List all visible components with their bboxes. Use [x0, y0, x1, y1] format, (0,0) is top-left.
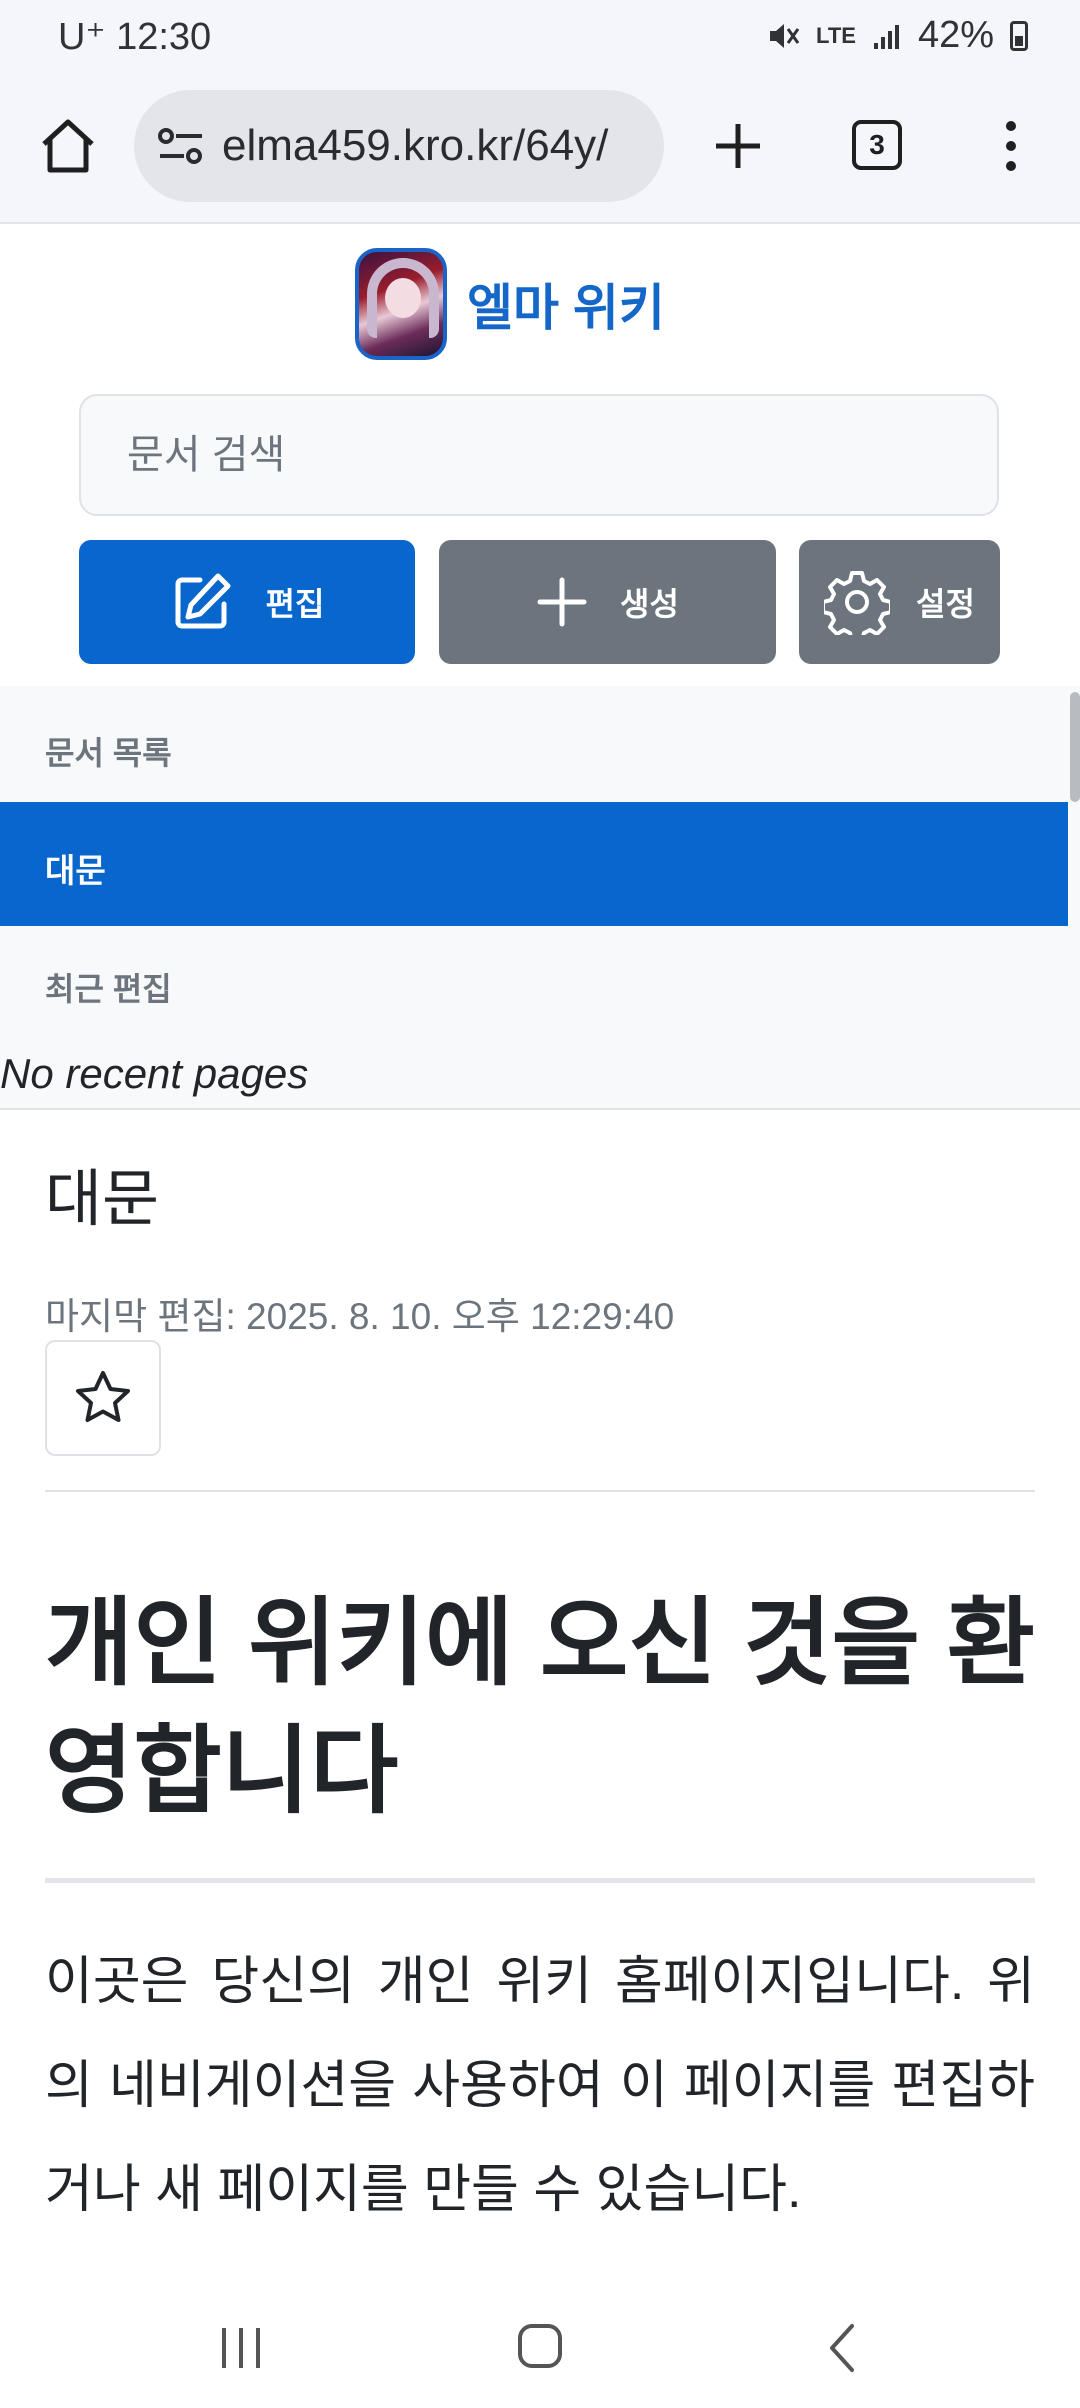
- new-tab-icon[interactable]: [708, 116, 768, 176]
- sidebar-item-main-page[interactable]: 대문: [0, 802, 1068, 926]
- status-time: 12:30: [116, 16, 212, 58]
- heading-divider: [45, 1878, 1035, 1883]
- edit-button-label: 편집: [265, 586, 325, 622]
- system-home-icon[interactable]: [516, 2322, 564, 2370]
- tab-switcher-button[interactable]: 3: [852, 120, 902, 170]
- favorite-button[interactable]: [45, 1340, 161, 1456]
- sidebar-panel: 문서 목록 대문 최근 편집 No recent pages: [0, 686, 1080, 1110]
- site-logo-link[interactable]: 엘마 위키: [355, 248, 665, 360]
- edit-button[interactable]: 편집: [79, 540, 415, 664]
- mute-icon: [770, 23, 800, 48]
- address-bar[interactable]: elma459.kro.kr/64y/: [134, 90, 664, 202]
- signal-icon: [873, 24, 899, 49]
- more-menu-icon[interactable]: [990, 116, 1032, 176]
- recent-apps-icon[interactable]: [216, 2324, 266, 2372]
- back-icon[interactable]: [826, 2322, 856, 2374]
- create-button[interactable]: 생성: [439, 540, 776, 664]
- site-header: 엘마 위키 편집 생성 설정: [0, 226, 1080, 686]
- status-left: U⁺ 12:30: [58, 14, 211, 59]
- edit-icon: [175, 573, 231, 629]
- plus-icon: [537, 577, 587, 627]
- battery-percent: 42%: [917, 14, 994, 56]
- carrier-label: U⁺: [58, 16, 106, 58]
- settings-button[interactable]: 설정: [799, 540, 1000, 664]
- last-edited-text: 마지막 편집: 2025. 8. 10. 오후 12:29:40: [45, 1296, 675, 1337]
- battery-icon: [1010, 20, 1028, 51]
- url-text[interactable]: elma459.kro.kr/64y/: [222, 121, 608, 171]
- site-title[interactable]: 엘마 위키: [467, 268, 665, 340]
- system-nav-bar: [0, 2288, 1080, 2408]
- intro-paragraph: 이곳은 당신의 개인 위키 홈페이지입니다. 위의 네비게이션을 사용하여 이 …: [45, 1953, 1035, 2219]
- divider: [45, 1490, 1035, 1492]
- site-logo-image: [355, 248, 447, 360]
- site-settings-icon[interactable]: [156, 126, 206, 166]
- network-type: LTE: [816, 22, 856, 48]
- no-recent-text: No recent pages: [0, 1050, 309, 1097]
- sidebar-item-label: 대문: [45, 852, 106, 889]
- recent-edits-heading: 최근 편집: [45, 971, 172, 1007]
- search-input[interactable]: [79, 394, 999, 516]
- create-button-label: 생성: [620, 586, 679, 622]
- scrollbar-thumb[interactable]: [1070, 692, 1080, 802]
- page-title: 대문: [45, 1165, 160, 1234]
- documents-heading: 문서 목록: [45, 735, 172, 771]
- settings-button-label: 설정: [916, 586, 975, 622]
- home-icon[interactable]: [36, 114, 100, 178]
- welcome-heading: 개인 위키에 오신 것을 환영합니다: [45, 1590, 1035, 1825]
- star-icon: [76, 1371, 130, 1422]
- gear-icon: [824, 571, 891, 635]
- status-bar: U⁺ 12:30 LTE 42%: [0, 0, 1080, 72]
- status-right: LTE 42%: [766, 14, 1028, 57]
- logo-face: [385, 278, 421, 318]
- browser-toolbar: elma459.kro.kr/64y/ 3: [0, 72, 1080, 224]
